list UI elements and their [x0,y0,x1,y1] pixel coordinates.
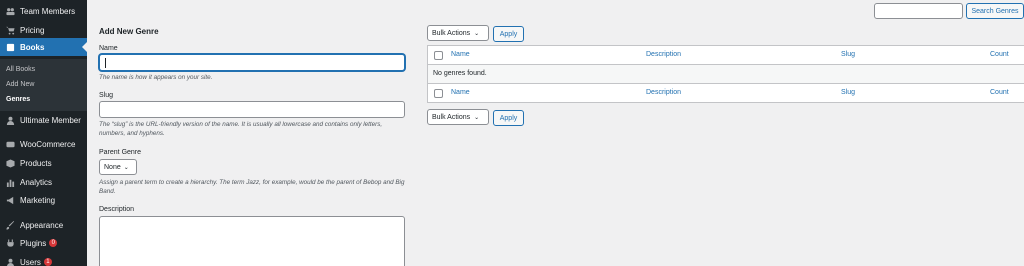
parent-help: Assign a parent term to create a hierarc… [99,179,405,195]
search-input[interactable] [874,3,963,19]
menu-item-team-members[interactable]: Team Members [0,2,87,20]
admin-sidebar: Team Members Pricing Books All Books Add… [0,0,87,266]
menu-label: Appearance [20,220,64,230]
user-icon [5,115,15,125]
woo-icon [5,139,15,149]
chevron-down-icon: ⌄ [474,114,480,121]
menu-item-ultimate-member[interactable]: Ultimate Member [0,111,87,129]
cart-icon [5,25,15,35]
name-help: The name is how it appears on your site. [99,74,213,81]
name-label: Name [99,45,118,52]
bulk-actions-label: Bulk Actions [432,29,471,37]
menu-item-users[interactable]: Users 1 [0,253,87,266]
select-all-checkbox-bottom[interactable] [434,89,443,98]
menu-label: Ultimate Member [20,115,81,125]
description-label: Description [99,206,135,213]
form-title: Add New Genre [99,27,159,36]
empty-message: No genres found. [433,70,487,77]
genres-table: Name Description Slug Count No genres fo… [427,45,1024,103]
menu-label: Plugins [20,238,47,248]
chevron-down-icon: ⌄ [474,30,480,37]
apply-button-bottom[interactable]: Apply [493,110,524,126]
menu-item-products[interactable]: Products [0,154,87,172]
column-description[interactable]: Description [646,51,681,58]
table-footer-row: Name Description Slug Count [428,84,1024,103]
slug-input[interactable] [99,101,405,118]
users-icon [5,257,15,266]
bulk-actions-select-top[interactable]: Bulk Actions ⌄ [427,25,489,41]
menu-label: Analytics [20,177,53,187]
text-cursor [105,58,106,68]
parent-selected-value: None [104,163,121,171]
column-slug[interactable]: Slug [841,89,855,96]
search-genres-button[interactable]: Search Genres [966,3,1024,19]
menu-label: Marketing [20,195,56,205]
menu-label: Books [20,42,45,52]
books-submenu: All Books Add New Genres [0,59,87,111]
megaphone-icon [5,195,15,205]
parent-label: Parent Genre [99,149,142,156]
menu-item-woocommerce[interactable]: WooCommerce [0,135,87,153]
plug-icon [5,238,15,248]
column-name[interactable]: Name [451,51,470,58]
menu-label: Users [20,257,41,266]
menu-item-books[interactable]: Books [0,38,87,56]
menu-item-analytics[interactable]: Analytics [0,173,87,191]
menu-label: Pricing [20,25,45,35]
menu-item-appearance[interactable]: Appearance [0,216,87,234]
parent-select[interactable]: None ⌄ [99,159,137,175]
apply-button-top[interactable]: Apply [493,26,524,42]
menu-item-marketing[interactable]: Marketing [0,191,87,209]
submenu-genres[interactable]: Genres [6,96,30,103]
column-name[interactable]: Name [451,89,470,96]
table-row: No genres found. [428,65,1024,84]
select-all-checkbox[interactable] [434,51,443,60]
chevron-down-icon: ⌄ [123,164,129,171]
menu-label: WooCommerce [20,139,76,149]
slug-label: Slug [99,92,114,99]
menu-label: Products [20,158,52,168]
book-icon [5,42,15,52]
slug-help: The “slug” is the URL-friendly version o… [99,121,383,137]
groups-icon [5,6,15,16]
menu-item-plugins[interactable]: Plugins 0 [0,234,87,252]
name-input[interactable] [99,54,405,71]
plugins-update-badge: 0 [49,239,58,247]
box-icon [5,158,15,168]
column-slug[interactable]: Slug [841,51,855,58]
submenu-add-new[interactable]: Add New [6,81,34,88]
description-textarea[interactable] [99,216,405,266]
column-count[interactable]: Count [990,89,1009,96]
users-badge: 1 [43,258,52,266]
menu-label: Team Members [20,6,76,16]
table-header-row: Name Description Slug Count [428,46,1024,65]
menu-item-pricing[interactable]: Pricing [0,21,87,39]
chart-icon [5,177,15,187]
bulk-actions-select-bottom[interactable]: Bulk Actions ⌄ [427,109,489,125]
bulk-actions-label: Bulk Actions [432,113,471,121]
column-description[interactable]: Description [646,89,681,96]
submenu-all-books[interactable]: All Books [6,66,35,73]
column-count[interactable]: Count [990,51,1009,58]
brush-icon [5,220,15,230]
